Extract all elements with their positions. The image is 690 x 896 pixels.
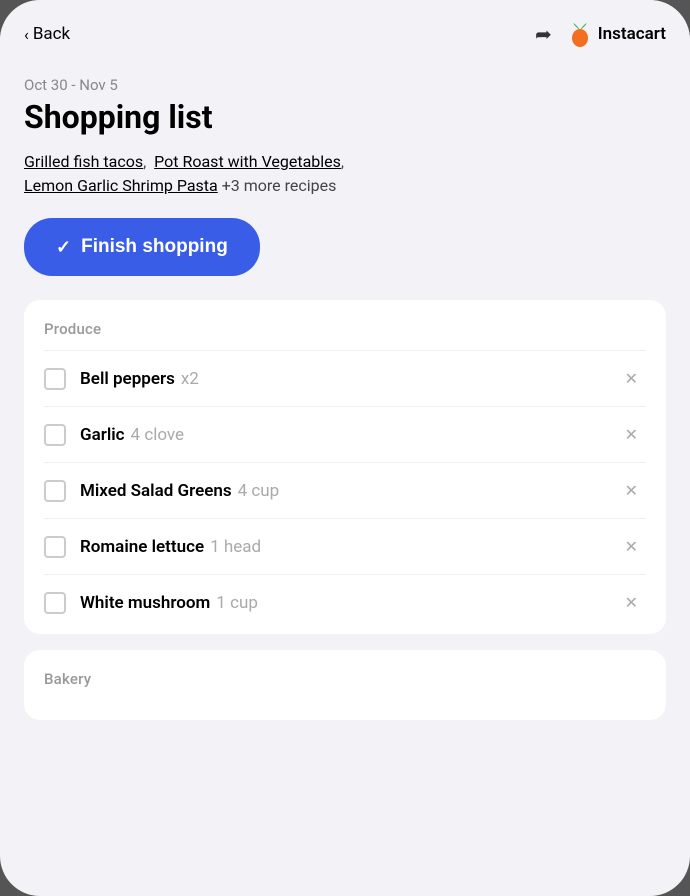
back-button[interactable]: ‹ Back bbox=[24, 24, 70, 44]
checkbox-mixed-salad[interactable] bbox=[44, 480, 66, 502]
item-qty-mixed-salad: 4 cup bbox=[238, 481, 280, 501]
remove-mixed-salad-button[interactable]: ✕ bbox=[617, 477, 646, 504]
list-item: White mushroom 1 cup ✕ bbox=[44, 574, 646, 630]
remove-mushroom-button[interactable]: ✕ bbox=[617, 589, 646, 616]
item-qty-bell-peppers: x2 bbox=[181, 369, 199, 389]
item-name-romaine: Romaine lettuce bbox=[80, 537, 204, 557]
finish-shopping-button[interactable]: ✓ Finish shopping bbox=[24, 218, 260, 276]
list-item: Bell peppers x2 ✕ bbox=[44, 350, 646, 406]
item-qty-garlic: 4 clove bbox=[131, 425, 185, 445]
nav-right: ➦ Instacart bbox=[535, 20, 666, 48]
back-label: Back bbox=[33, 24, 70, 44]
instacart-logo[interactable]: Instacart bbox=[568, 20, 666, 48]
recipe-list: Grilled fish tacos, Pot Roast with Veget… bbox=[24, 150, 666, 198]
checkbox-romaine[interactable] bbox=[44, 536, 66, 558]
nav-bar: ‹ Back ➦ Instacart bbox=[0, 0, 690, 60]
remove-bell-peppers-button[interactable]: ✕ bbox=[617, 365, 646, 392]
main-content: Oct 30 - Nov 5 Shopping list Grilled fis… bbox=[0, 60, 690, 752]
item-qty-romaine: 1 head bbox=[210, 537, 261, 557]
item-name-bell-peppers: Bell peppers bbox=[80, 369, 175, 389]
checkbox-garlic[interactable] bbox=[44, 424, 66, 446]
recipe-link-2[interactable]: Pot Roast with Vegetables bbox=[154, 152, 341, 171]
item-name-garlic: Garlic bbox=[80, 425, 125, 445]
phone-frame: ‹ Back ➦ Instacart Oct 30 - Nov 5 Shoppi… bbox=[0, 0, 690, 896]
bakery-section: Bakery bbox=[24, 650, 666, 720]
instacart-label: Instacart bbox=[598, 24, 666, 44]
finish-shopping-label: Finish shopping bbox=[81, 236, 228, 258]
back-chevron-icon: ‹ bbox=[24, 25, 29, 44]
more-recipes: +3 more recipes bbox=[222, 176, 337, 195]
page-title: Shopping list bbox=[24, 98, 666, 136]
remove-garlic-button[interactable]: ✕ bbox=[617, 421, 646, 448]
list-item: Romaine lettuce 1 head ✕ bbox=[44, 518, 646, 574]
recipe-link-3[interactable]: Lemon Garlic Shrimp Pasta bbox=[24, 176, 218, 195]
produce-section: Produce Bell peppers x2 ✕ Garlic 4 clove… bbox=[24, 300, 666, 634]
instacart-carrot-icon bbox=[568, 20, 592, 48]
date-range: Oct 30 - Nov 5 bbox=[24, 76, 666, 94]
item-name-mushroom: White mushroom bbox=[80, 593, 210, 613]
produce-section-title: Produce bbox=[44, 320, 646, 338]
list-item: Mixed Salad Greens 4 cup ✕ bbox=[44, 462, 646, 518]
list-item: Garlic 4 clove ✕ bbox=[44, 406, 646, 462]
share-icon[interactable]: ➦ bbox=[535, 22, 552, 46]
remove-romaine-button[interactable]: ✕ bbox=[617, 533, 646, 560]
item-qty-mushroom: 1 cup bbox=[216, 593, 258, 613]
recipe-link-1[interactable]: Grilled fish tacos bbox=[24, 152, 143, 171]
checkmark-icon: ✓ bbox=[56, 237, 71, 258]
item-name-mixed-salad: Mixed Salad Greens bbox=[80, 481, 232, 501]
checkbox-mushroom[interactable] bbox=[44, 592, 66, 614]
checkbox-bell-peppers[interactable] bbox=[44, 368, 66, 390]
bakery-section-title: Bakery bbox=[44, 670, 646, 688]
